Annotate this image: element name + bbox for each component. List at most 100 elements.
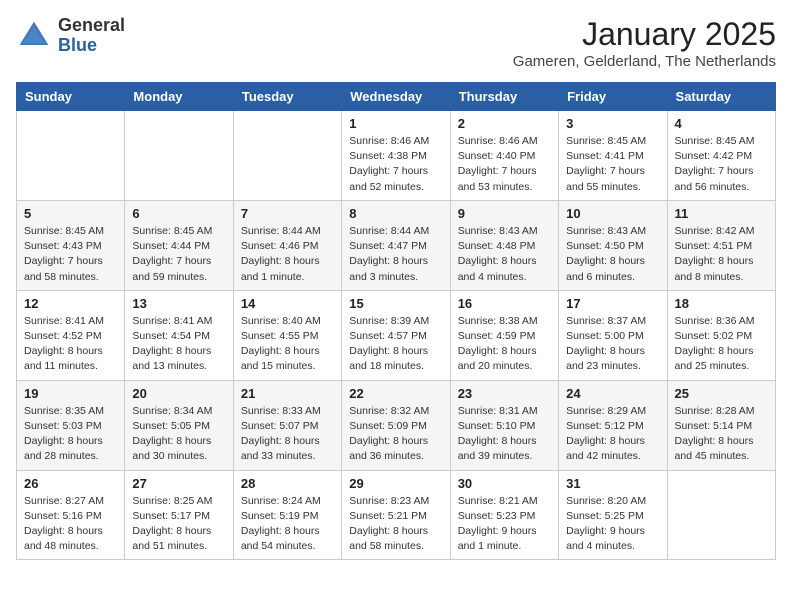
- week-row-3: 12 Sunrise: 8:41 AM Sunset: 4:52 PM Dayli…: [17, 290, 776, 380]
- day-info: Sunrise: 8:21 AM Sunset: 5:23 PM Dayligh…: [458, 494, 551, 555]
- day-info: Sunrise: 8:25 AM Sunset: 5:17 PM Dayligh…: [132, 494, 225, 555]
- day-number: 31: [566, 476, 659, 491]
- column-header-thursday: Thursday: [450, 83, 558, 111]
- day-info: Sunrise: 8:28 AM Sunset: 5:14 PM Dayligh…: [675, 404, 768, 465]
- day-number: 30: [458, 476, 551, 491]
- day-number: 22: [349, 386, 442, 401]
- day-number: 7: [241, 206, 334, 221]
- day-number: 5: [24, 206, 117, 221]
- day-number: 15: [349, 296, 442, 311]
- day-number: 23: [458, 386, 551, 401]
- day-info: Sunrise: 8:41 AM Sunset: 4:54 PM Dayligh…: [132, 314, 225, 375]
- day-number: 3: [566, 116, 659, 131]
- day-number: 28: [241, 476, 334, 491]
- calendar-table: SundayMondayTuesdayWednesdayThursdayFrid…: [16, 82, 776, 560]
- day-cell: 10Sunrise: 8:43 AM Sunset: 4:50 PM Dayli…: [559, 200, 667, 290]
- day-info: Sunrise: 8:43 AM Sunset: 4:50 PM Dayligh…: [566, 224, 659, 285]
- day-number: 9: [458, 206, 551, 221]
- day-info: Sunrise: 8:32 AM Sunset: 5:09 PM Dayligh…: [349, 404, 442, 465]
- day-info: Sunrise: 8:45 AM Sunset: 4:42 PM Dayligh…: [675, 134, 768, 195]
- day-number: 11: [675, 206, 768, 221]
- day-info: Sunrise: 8:27 AM Sunset: 5:16 PM Dayligh…: [24, 494, 117, 555]
- day-number: 4: [675, 116, 768, 131]
- day-info: Sunrise: 8:46 AM Sunset: 4:38 PM Dayligh…: [349, 134, 442, 195]
- day-cell: [17, 111, 125, 201]
- day-number: 20: [132, 386, 225, 401]
- day-cell: [667, 470, 775, 560]
- header-row: SundayMondayTuesdayWednesdayThursdayFrid…: [17, 83, 776, 111]
- week-row-2: 5 Sunrise: 8:45 AM Sunset: 4:43 PM Daylig…: [17, 200, 776, 290]
- day-cell: 16 Sunrise: 8:38 AM Sunset: 4:59 PM Dayli…: [450, 290, 558, 380]
- day-number: 19: [24, 386, 117, 401]
- day-cell: 13Sunrise: 8:41 AM Sunset: 4:54 PM Dayli…: [125, 290, 233, 380]
- day-info: Sunrise: 8:33 AM Sunset: 5:07 PM Dayligh…: [241, 404, 334, 465]
- day-number: 26: [24, 476, 117, 491]
- day-cell: 24Sunrise: 8:29 AM Sunset: 5:12 PM Dayli…: [559, 380, 667, 470]
- day-cell: 14Sunrise: 8:40 AM Sunset: 4:55 PM Dayli…: [233, 290, 341, 380]
- day-number: 17: [566, 296, 659, 311]
- logo-icon: [16, 18, 52, 54]
- day-info: Sunrise: 8:20 AM Sunset: 5:25 PM Dayligh…: [566, 494, 659, 555]
- calendar-subtitle: Gameren, Gelderland, The Netherlands: [513, 53, 776, 70]
- logo-text: General Blue: [58, 16, 125, 56]
- day-number: 27: [132, 476, 225, 491]
- day-cell: 3 Sunrise: 8:45 AM Sunset: 4:41 PM Daylig…: [559, 111, 667, 201]
- day-cell: 21 Sunrise: 8:33 AM Sunset: 5:07 PM Dayli…: [233, 380, 341, 470]
- day-cell: 8Sunrise: 8:44 AM Sunset: 4:47 PM Daylig…: [342, 200, 450, 290]
- day-cell: 18Sunrise: 8:36 AM Sunset: 5:02 PM Dayli…: [667, 290, 775, 380]
- day-info: Sunrise: 8:23 AM Sunset: 5:21 PM Dayligh…: [349, 494, 442, 555]
- logo: General Blue: [16, 16, 125, 56]
- day-cell: 22 Sunrise: 8:32 AM Sunset: 5:09 PM Dayli…: [342, 380, 450, 470]
- day-cell: 4 Sunrise: 8:45 AM Sunset: 4:42 PM Daylig…: [667, 111, 775, 201]
- column-header-sunday: Sunday: [17, 83, 125, 111]
- day-cell: [233, 111, 341, 201]
- day-number: 16: [458, 296, 551, 311]
- day-cell: 31 Sunrise: 8:20 AM Sunset: 5:25 PM Dayli…: [559, 470, 667, 560]
- day-cell: 26 Sunrise: 8:27 AM Sunset: 5:16 PM Dayli…: [17, 470, 125, 560]
- day-number: 18: [675, 296, 768, 311]
- day-number: 6: [132, 206, 225, 221]
- day-cell: 29 Sunrise: 8:23 AM Sunset: 5:21 PM Dayli…: [342, 470, 450, 560]
- column-header-tuesday: Tuesday: [233, 83, 341, 111]
- week-row-4: 19Sunrise: 8:35 AM Sunset: 5:03 PM Dayli…: [17, 380, 776, 470]
- logo-general: General: [58, 16, 125, 36]
- day-info: Sunrise: 8:34 AM Sunset: 5:05 PM Dayligh…: [132, 404, 225, 465]
- day-cell: 2Sunrise: 8:46 AM Sunset: 4:40 PM Daylig…: [450, 111, 558, 201]
- column-header-monday: Monday: [125, 83, 233, 111]
- week-row-1: 1 Sunrise: 8:46 AM Sunset: 4:38 PM Daylig…: [17, 111, 776, 201]
- day-info: Sunrise: 8:37 AM Sunset: 5:00 PM Dayligh…: [566, 314, 659, 375]
- day-info: Sunrise: 8:45 AM Sunset: 4:41 PM Dayligh…: [566, 134, 659, 195]
- day-info: Sunrise: 8:45 AM Sunset: 4:43 PM Dayligh…: [24, 224, 117, 285]
- day-cell: 23 Sunrise: 8:31 AM Sunset: 5:10 PM Dayli…: [450, 380, 558, 470]
- day-number: 2: [458, 116, 551, 131]
- column-header-saturday: Saturday: [667, 83, 775, 111]
- column-header-wednesday: Wednesday: [342, 83, 450, 111]
- day-cell: 30 Sunrise: 8:21 AM Sunset: 5:23 PM Dayli…: [450, 470, 558, 560]
- day-info: Sunrise: 8:41 AM Sunset: 4:52 PM Dayligh…: [24, 314, 117, 375]
- day-info: Sunrise: 8:31 AM Sunset: 5:10 PM Dayligh…: [458, 404, 551, 465]
- day-number: 24: [566, 386, 659, 401]
- day-cell: 1 Sunrise: 8:46 AM Sunset: 4:38 PM Daylig…: [342, 111, 450, 201]
- day-cell: [125, 111, 233, 201]
- day-info: Sunrise: 8:43 AM Sunset: 4:48 PM Dayligh…: [458, 224, 551, 285]
- week-row-5: 26 Sunrise: 8:27 AM Sunset: 5:16 PM Dayli…: [17, 470, 776, 560]
- day-cell: 28 Sunrise: 8:24 AM Sunset: 5:19 PM Dayli…: [233, 470, 341, 560]
- day-number: 29: [349, 476, 442, 491]
- day-number: 12: [24, 296, 117, 311]
- day-info: Sunrise: 8:38 AM Sunset: 4:59 PM Dayligh…: [458, 314, 551, 375]
- day-cell: 7Sunrise: 8:44 AM Sunset: 4:46 PM Daylig…: [233, 200, 341, 290]
- day-cell: 12 Sunrise: 8:41 AM Sunset: 4:52 PM Dayli…: [17, 290, 125, 380]
- calendar-body: 1 Sunrise: 8:46 AM Sunset: 4:38 PM Daylig…: [17, 111, 776, 560]
- logo-blue: Blue: [58, 36, 125, 56]
- day-cell: 20 Sunrise: 8:34 AM Sunset: 5:05 PM Dayli…: [125, 380, 233, 470]
- day-cell: 6 Sunrise: 8:45 AM Sunset: 4:44 PM Daylig…: [125, 200, 233, 290]
- day-number: 21: [241, 386, 334, 401]
- day-cell: 19Sunrise: 8:35 AM Sunset: 5:03 PM Dayli…: [17, 380, 125, 470]
- day-info: Sunrise: 8:45 AM Sunset: 4:44 PM Dayligh…: [132, 224, 225, 285]
- day-number: 1: [349, 116, 442, 131]
- page-header: General Blue January 2025 Gameren, Gelde…: [16, 16, 776, 70]
- day-number: 8: [349, 206, 442, 221]
- day-cell: 15Sunrise: 8:39 AM Sunset: 4:57 PM Dayli…: [342, 290, 450, 380]
- day-info: Sunrise: 8:24 AM Sunset: 5:19 PM Dayligh…: [241, 494, 334, 555]
- day-cell: 5 Sunrise: 8:45 AM Sunset: 4:43 PM Daylig…: [17, 200, 125, 290]
